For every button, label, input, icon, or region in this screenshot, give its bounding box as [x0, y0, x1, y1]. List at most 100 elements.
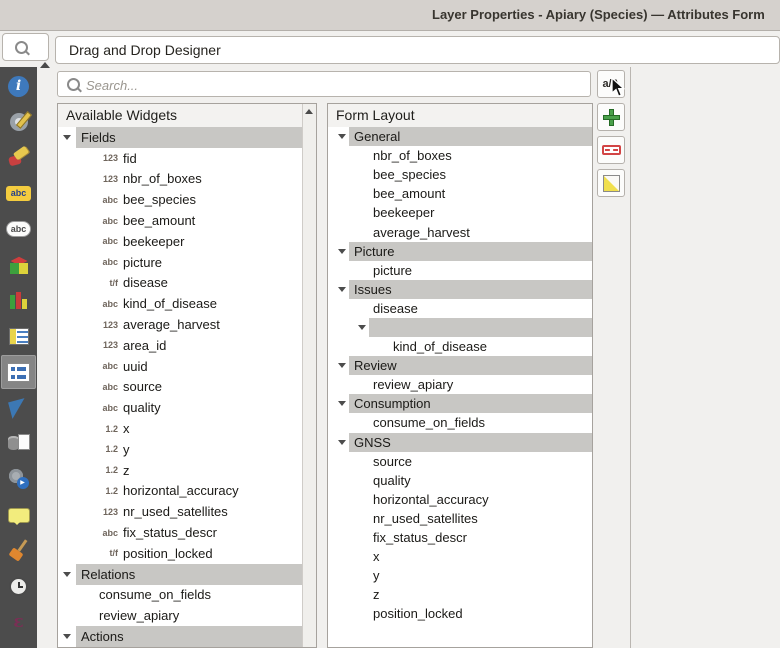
tree-item-picture[interactable]: abcpicture: [58, 252, 302, 273]
tree-item-position_locked[interactable]: t/fposition_locked: [58, 543, 302, 564]
chevron-down-icon[interactable]: [338, 440, 346, 445]
tree-item-z[interactable]: z: [328, 585, 592, 604]
add-container-button[interactable]: [597, 103, 625, 131]
properties-filter-box[interactable]: [2, 33, 49, 61]
group-row-General[interactable]: General: [328, 127, 592, 146]
tree-item-beekeeper[interactable]: abcbeekeeper: [58, 231, 302, 252]
group-row-Picture[interactable]: Picture: [328, 242, 592, 261]
tree-item-quality[interactable]: quality: [328, 471, 592, 490]
available-widgets-scrollbar[interactable]: [302, 104, 316, 647]
tree-item-label: quality: [123, 397, 161, 418]
sidebar-item-joins[interactable]: [1, 391, 36, 425]
tree-item-label: review_apiary: [99, 605, 179, 626]
sidebar-item-variables[interactable]: ε: [1, 605, 36, 639]
group-label: Actions: [81, 629, 124, 644]
group-row-Consumption[interactable]: Consumption: [328, 394, 592, 413]
tree-item-nr_used_satellites[interactable]: 123nr_used_satellites: [58, 501, 302, 522]
tree-item-average_harvest[interactable]: average_harvest: [328, 222, 592, 241]
tree-item-x[interactable]: x: [328, 547, 592, 566]
remove-container-button[interactable]: [597, 136, 625, 164]
tree-item-bee_amount[interactable]: bee_amount: [328, 184, 592, 203]
tree-item-average_harvest[interactable]: 123average_harvest: [58, 314, 302, 335]
group-label: Fields: [81, 130, 116, 145]
sidebar-item-symbology[interactable]: [1, 140, 36, 174]
tree-item-horizontal_accuracy[interactable]: horizontal_accuracy: [328, 490, 592, 509]
group-row-Relations[interactable]: Relations: [58, 564, 302, 585]
group-row-unnamed[interactable]: [328, 318, 592, 337]
group-row-Fields[interactable]: Fields: [58, 127, 302, 148]
sidebar-item-actions[interactable]: [1, 462, 36, 496]
group-header-bar: [369, 318, 592, 337]
sidebar-item-fields[interactable]: [1, 319, 36, 353]
tree-item-nr_used_satellites[interactable]: nr_used_satellites: [328, 509, 592, 528]
group-label: Relations: [81, 567, 135, 582]
sidebar-item-labels[interactable]: abc: [1, 176, 36, 210]
group-header-bar: Actions: [76, 626, 302, 647]
chevron-down-icon[interactable]: [338, 134, 346, 139]
chevron-down-icon[interactable]: [63, 572, 71, 577]
chevron-down-icon[interactable]: [358, 325, 366, 330]
group-row-GNSS[interactable]: GNSS: [328, 433, 592, 452]
tree-item-review_apiary[interactable]: review_apiary: [328, 375, 592, 394]
tree-item-area_id[interactable]: 123area_id: [58, 335, 302, 356]
sidebar-item-source[interactable]: [1, 105, 36, 139]
tree-item-y[interactable]: 1.2y: [58, 439, 302, 460]
tree-item-nbr_of_boxes[interactable]: 123nbr_of_boxes: [58, 169, 302, 190]
sidebar-item-diagrams[interactable]: [1, 283, 36, 317]
tree-item-bee_amount[interactable]: abcbee_amount: [58, 210, 302, 231]
change-style-button[interactable]: [597, 169, 625, 197]
tree-item-nbr_of_boxes[interactable]: nbr_of_boxes: [328, 146, 592, 165]
sidebar-scroll-up-button[interactable]: [40, 62, 50, 68]
chevron-down-icon[interactable]: [63, 634, 71, 639]
sidebar-item-auxiliary-storage[interactable]: [1, 426, 36, 460]
tree-item-kind_of_disease[interactable]: kind_of_disease: [328, 337, 592, 356]
widget-search-input[interactable]: [84, 73, 588, 97]
tree-item-fix_status_descr[interactable]: abcfix_status_descr: [58, 522, 302, 543]
tree-item-position_locked[interactable]: position_locked: [328, 604, 592, 623]
sidebar-item-temporal[interactable]: [1, 569, 36, 603]
group-label: Issues: [354, 282, 392, 297]
tree-item-uuid[interactable]: abcuuid: [58, 356, 302, 377]
tree-item-picture[interactable]: picture: [328, 261, 592, 280]
group-header-bar: Issues: [349, 280, 592, 299]
tree-item-fix_status_descr[interactable]: fix_status_descr: [328, 528, 592, 547]
tree-item-disease[interactable]: disease: [328, 299, 592, 318]
scroll-up-icon[interactable]: [305, 109, 313, 114]
tree-item-z[interactable]: 1.2z: [58, 460, 302, 481]
tree-item-x[interactable]: 1.2x: [58, 418, 302, 439]
sidebar-item-3d-view[interactable]: [1, 248, 36, 282]
group-row-Review[interactable]: Review: [328, 356, 592, 375]
chevron-down-icon[interactable]: [63, 135, 71, 140]
tree-item-fid[interactable]: 123fid: [58, 148, 302, 169]
tree-item-quality[interactable]: abcquality: [58, 397, 302, 418]
tree-item-beekeeper[interactable]: beekeeper: [328, 203, 592, 222]
tree-item-review_apiary[interactable]: review_apiary: [58, 605, 302, 626]
group-label: General: [354, 129, 400, 144]
tree-item-bee_species[interactable]: bee_species: [328, 165, 592, 184]
tree-item-source[interactable]: abcsource: [58, 377, 302, 398]
form-designer-select[interactable]: Drag and Drop Designer: [55, 36, 780, 64]
sidebar-item-information[interactable]: i: [1, 69, 36, 103]
chevron-down-icon[interactable]: [338, 287, 346, 292]
chevron-down-icon[interactable]: [338, 249, 346, 254]
sidebar-item-masks[interactable]: abc: [1, 212, 36, 246]
tree-item-disease[interactable]: t/fdisease: [58, 273, 302, 294]
tree-item-consume_on_fields[interactable]: consume_on_fields: [58, 585, 302, 606]
tree-item-horizontal_accuracy[interactable]: 1.2horizontal_accuracy: [58, 481, 302, 502]
tree-item-consume_on_fields[interactable]: consume_on_fields: [328, 413, 592, 432]
chevron-down-icon[interactable]: [338, 401, 346, 406]
sidebar-item-display[interactable]: [1, 498, 36, 532]
widget-search-field[interactable]: [57, 71, 591, 97]
tree-item-y[interactable]: y: [328, 566, 592, 585]
chevron-down-icon[interactable]: [338, 363, 346, 368]
group-row-Issues[interactable]: Issues: [328, 280, 592, 299]
tree-item-source[interactable]: source: [328, 452, 592, 471]
sidebar-item-rendering[interactable]: [1, 533, 36, 567]
storage-database-icon: [8, 434, 30, 452]
tree-item-bee_species[interactable]: abcbee_species: [58, 189, 302, 210]
sidebar-item-attributes-form[interactable]: [1, 355, 36, 389]
group-row-Actions[interactable]: Actions: [58, 626, 302, 647]
form-layout-tree: General nbr_of_boxesbee_speciesbee_amount…: [328, 127, 592, 647]
group-header-bar: GNSS: [349, 433, 592, 452]
tree-item-kind_of_disease[interactable]: abckind_of_disease: [58, 293, 302, 314]
